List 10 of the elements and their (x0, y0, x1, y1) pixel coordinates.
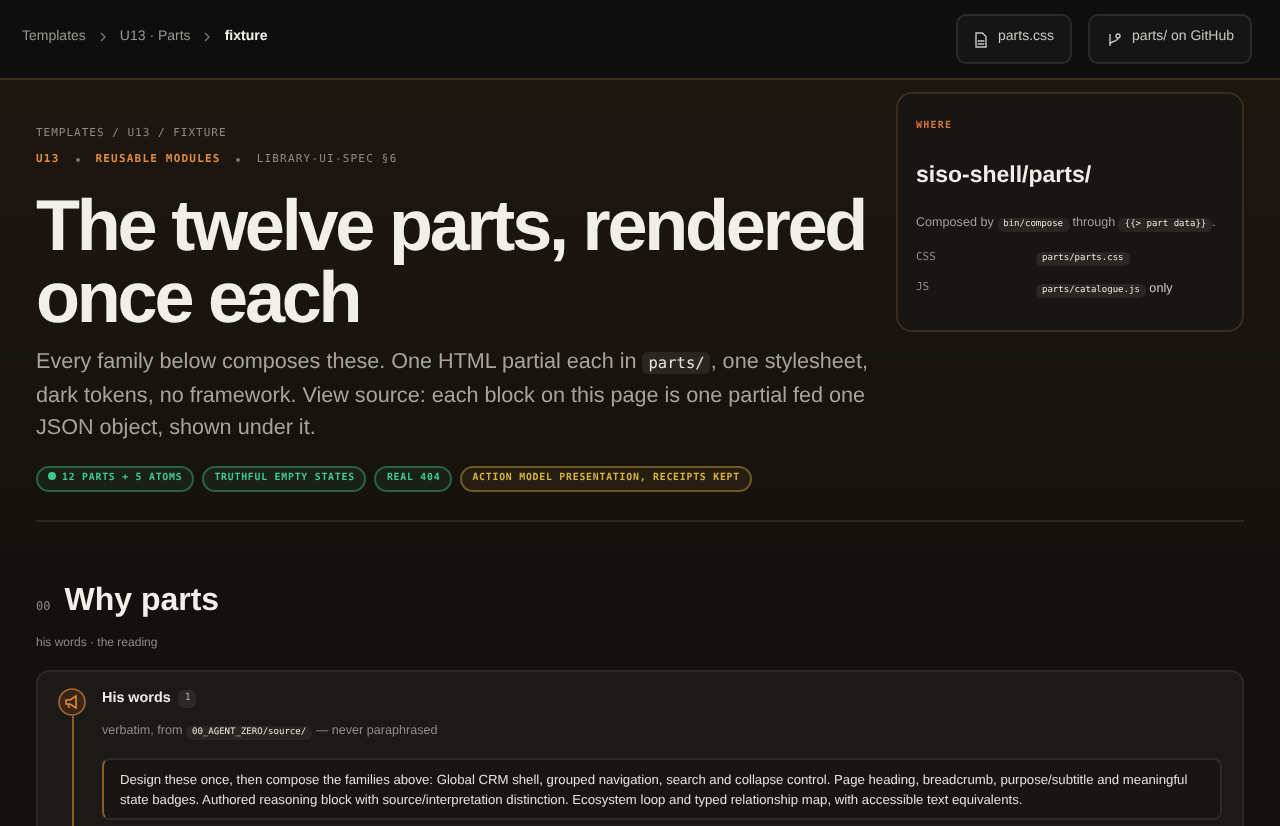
section-title: Why parts (64, 582, 220, 621)
card-title: siso-shell/parts/ (916, 161, 1094, 191)
separator-dot-icon (75, 158, 80, 163)
chevron-icon (204, 31, 211, 42)
page-title: The twelve parts, rendered once each (36, 189, 868, 333)
megaphone-icon (58, 688, 86, 717)
separator-dot-icon (236, 158, 241, 163)
chevron-icon (99, 31, 106, 42)
branch-icon (1106, 31, 1123, 47)
file-icon (974, 31, 989, 47)
